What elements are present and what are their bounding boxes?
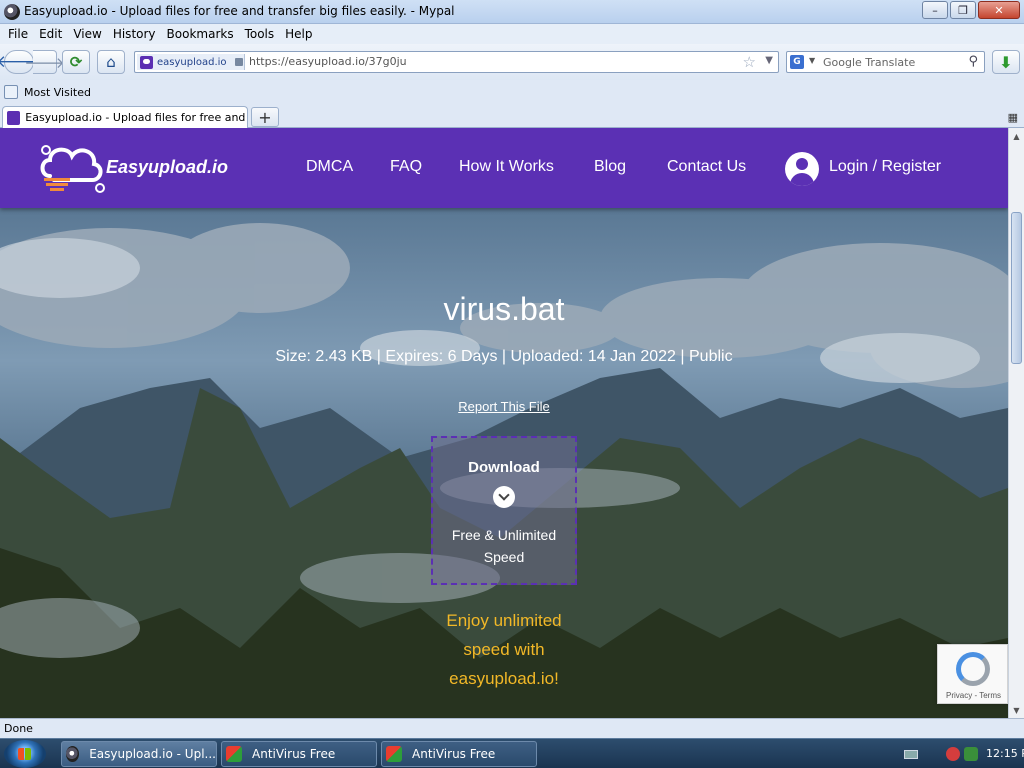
home-button[interactable]: ⌂ [97, 50, 125, 74]
download-arrow-icon: ⬇ [999, 52, 1013, 72]
user-avatar-icon[interactable] [785, 152, 819, 186]
menu-edit[interactable]: Edit [39, 27, 62, 41]
tab-list-icon[interactable]: ▦ [1008, 111, 1018, 124]
nav-contact-us[interactable]: Contact Us [667, 158, 746, 176]
tab-label: Easyupload.io - Upload files for free an… [25, 111, 247, 124]
antivirus-icon [386, 746, 402, 762]
chevron-down-icon [493, 486, 515, 508]
status-text: Done [4, 722, 33, 735]
menu-bar: File Edit View History Bookmarks Tools H… [0, 24, 1024, 44]
keyboard-icon[interactable] [904, 750, 918, 759]
tray-security-icon[interactable] [946, 747, 960, 761]
site-brand-name[interactable]: Easyupload.io [106, 157, 228, 178]
tab-strip: Easyupload.io - Upload files for free an… [0, 104, 1024, 128]
bookmark-most-visited[interactable]: Most Visited [24, 86, 91, 99]
taskbar-item-mypal[interactable]: Easyupload.io - Upl... [61, 741, 217, 767]
search-input[interactable]: Google Translate [823, 56, 915, 69]
bookmark-star-icon[interactable]: ☆ [743, 53, 756, 71]
system-tray: 12:15 PM [874, 739, 1024, 768]
new-tab-button[interactable]: + [251, 107, 279, 127]
minimize-button[interactable]: – [922, 1, 948, 19]
maximize-button[interactable]: ❐ [950, 1, 976, 19]
download-title: Download [468, 459, 540, 476]
site-identity-label: easyupload.io [157, 56, 227, 68]
home-icon: ⌂ [106, 53, 116, 71]
site-header: Easyupload.io DMCA FAQ How It Works Blog… [0, 128, 1008, 208]
mypal-icon [66, 746, 80, 762]
scrollbar-thumb[interactable] [1011, 212, 1022, 364]
most-visited-icon [4, 85, 18, 99]
reload-button[interactable]: ⟳ [62, 50, 90, 74]
clock[interactable]: 12:15 PM [986, 747, 1024, 760]
close-button[interactable]: ✕ [978, 1, 1020, 19]
nav-blog[interactable]: Blog [594, 158, 626, 176]
downloads-button[interactable]: ⬇ [992, 50, 1020, 74]
nav-dmca[interactable]: DMCA [306, 158, 353, 176]
page-viewport: Easyupload.io DMCA FAQ How It Works Blog… [0, 128, 1008, 718]
tab-easyupload[interactable]: Easyupload.io - Upload files for free an… [2, 106, 248, 128]
page-scrollbar[interactable]: ▲ ▼ [1008, 128, 1024, 718]
google-translate-icon[interactable]: G [790, 55, 804, 69]
scroll-down-icon[interactable]: ▼ [1009, 702, 1024, 718]
file-name-heading: virus.bat [443, 291, 565, 327]
taskbar-item-antivirus-1[interactable]: AntiVirus Free [221, 741, 377, 767]
menu-help[interactable]: Help [285, 27, 312, 41]
download-subtitle: Free & Unlimited Speed [451, 527, 557, 565]
menu-bookmarks[interactable]: Bookmarks [167, 27, 234, 41]
menu-file[interactable]: File [8, 27, 28, 41]
start-button[interactable] [4, 740, 46, 768]
scroll-up-icon[interactable]: ▲ [1009, 128, 1024, 144]
url-bar[interactable]: easyupload.io https://easyupload.io/37g0… [134, 51, 779, 73]
menu-view[interactable]: View [73, 27, 101, 41]
search-bar[interactable]: G ▼ Google Translate ⚲ [786, 51, 985, 73]
tray-network-icon[interactable] [964, 747, 978, 761]
recaptcha-badge[interactable]: Privacy - Terms [937, 644, 1008, 704]
nav-how-it-works[interactable]: How It Works [459, 158, 554, 176]
promo-text: Enjoy unlimited speed with easyupload.io… [446, 611, 562, 688]
forward-arrow-icon: 🡒 [24, 53, 65, 72]
bookmarks-toolbar: Most Visited [0, 82, 1024, 102]
file-metadata: Size: 2.43 KB | Expires: 6 Days | Upload… [275, 348, 733, 365]
reload-icon: ⟳ [69, 53, 83, 71]
tab-favicon-icon [7, 110, 21, 125]
nav-faq[interactable]: FAQ [390, 158, 422, 176]
url-history-dropdown-icon[interactable]: ▼ [765, 55, 773, 66]
window-title: Easyupload.io - Upload files for free an… [24, 4, 455, 18]
site-identity-button[interactable]: easyupload.io [137, 54, 245, 70]
search-engine-dropdown-icon[interactable]: ▼ [809, 56, 815, 65]
login-register-link[interactable]: Login / Register [829, 158, 941, 176]
mypal-app-icon[interactable] [4, 4, 20, 20]
url-text[interactable]: https://easyupload.io/37g0ju [249, 55, 407, 68]
window-titlebar[interactable]: Easyupload.io - Upload files for free an… [0, 0, 1024, 24]
search-icon[interactable]: ⚲ [968, 54, 978, 69]
download-button[interactable]: Download Free & Unlimited Speed [431, 436, 577, 585]
menu-history[interactable]: History [113, 27, 156, 41]
window-controls: – ❐ ✕ [920, 1, 1020, 19]
status-bar: Done [0, 718, 1024, 738]
easyupload-logo-icon[interactable] [38, 140, 108, 196]
taskbar-item-antivirus-2[interactable]: AntiVirus Free [381, 741, 537, 767]
forward-button[interactable]: 🡒 [24, 50, 65, 74]
antivirus-icon [226, 746, 242, 762]
lock-icon [234, 58, 243, 66]
recaptcha-links[interactable]: Privacy - Terms [938, 691, 1008, 700]
recaptcha-icon [956, 652, 990, 686]
menu-tools[interactable]: Tools [245, 27, 275, 41]
report-file-link: Report This File [458, 399, 550, 414]
site-favicon-icon [140, 55, 153, 69]
windows-taskbar: Easyupload.io - Upl... AntiVirus Free An… [0, 738, 1024, 768]
